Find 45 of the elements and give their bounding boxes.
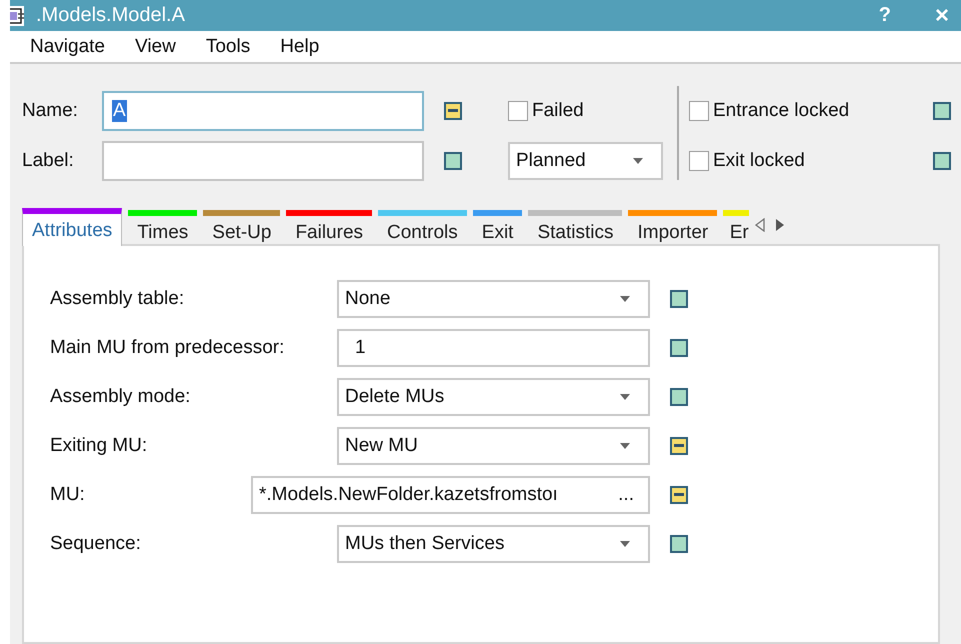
- dropdown[interactable]: None: [337, 280, 650, 318]
- caret-icon: [620, 540, 630, 546]
- state-dropdown[interactable]: Planned: [508, 142, 663, 180]
- scroll-right-icon[interactable]: [775, 218, 786, 232]
- tab[interactable]: Attributes: [22, 208, 122, 246]
- dropdown[interactable]: MUs then Services: [337, 524, 650, 562]
- menu-item[interactable]: Help: [280, 36, 320, 58]
- inheritance-minus-icon[interactable]: [444, 102, 462, 120]
- caret-icon: [620, 442, 630, 448]
- inheritance-square-icon[interactable]: [933, 152, 951, 170]
- inheritance-square-icon[interactable]: [933, 102, 951, 120]
- field-label: Main MU from predecessor:: [50, 336, 286, 358]
- checkbox-label: Entrance locked: [712, 100, 850, 122]
- field-label: Assembly table:: [50, 288, 186, 310]
- field-label: Assembly mode:: [50, 386, 192, 408]
- inheritance-square-icon[interactable]: [670, 338, 688, 356]
- dropdown[interactable]: Delete MUs: [337, 378, 650, 416]
- field-label: Exiting MU:: [50, 434, 148, 456]
- inheritance-square-icon[interactable]: [444, 152, 462, 170]
- menu-item[interactable]: Navigate: [30, 36, 105, 58]
- inheritance-square-icon[interactable]: [670, 388, 688, 406]
- field-label: Name:: [22, 100, 79, 122]
- checkbox-label: Exit locked: [712, 150, 805, 172]
- checkbox-label: Failed: [532, 100, 584, 122]
- checkbox[interactable]: [688, 151, 709, 171]
- scroll-left-icon[interactable]: [755, 218, 766, 232]
- inheritance-square-icon[interactable]: [670, 534, 688, 552]
- menu-item[interactable]: View: [135, 36, 176, 58]
- dropdown[interactable]: New MU: [337, 426, 650, 464]
- label-field[interactable]: [102, 141, 424, 181]
- reference-field[interactable]: *.Models.NewFolder.kazetsfromstoı ...: [251, 476, 650, 514]
- menu-item[interactable]: Tools: [206, 36, 250, 58]
- field-label: Sequence:: [50, 532, 142, 554]
- window-title: .Models.Model.A: [36, 4, 186, 27]
- caret-icon: [620, 296, 630, 302]
- caret-icon: [633, 158, 643, 164]
- checkbox[interactable]: [688, 101, 709, 121]
- caret-icon: [620, 394, 630, 400]
- inheritance-minus-icon[interactable]: [670, 486, 688, 504]
- input-field[interactable]: 1: [337, 328, 650, 366]
- field-label: Label:: [22, 150, 75, 172]
- inheritance-minus-icon[interactable]: [670, 436, 688, 454]
- checkbox[interactable]: [508, 101, 528, 121]
- name-field[interactable]: A: [102, 91, 424, 131]
- inheritance-square-icon[interactable]: [670, 290, 688, 308]
